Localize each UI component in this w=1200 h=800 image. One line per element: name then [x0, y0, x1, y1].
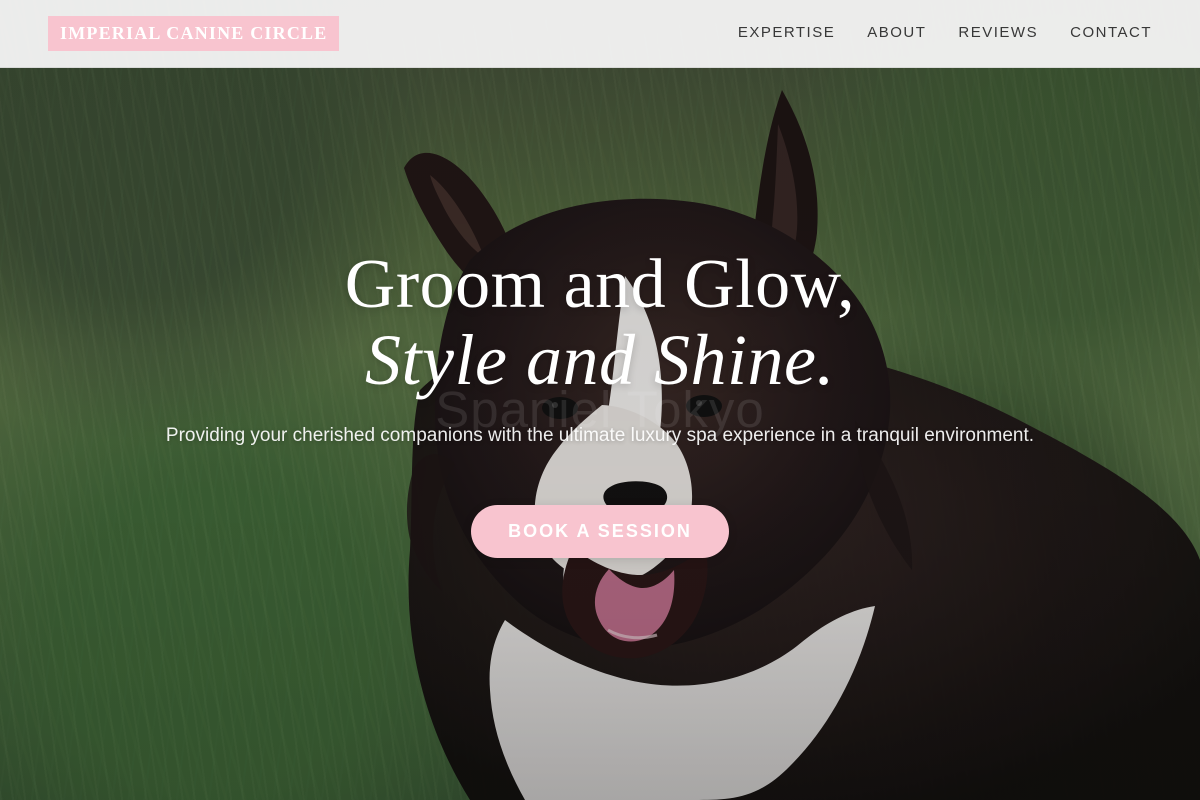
nav-link-contact[interactable]: CONTACT — [1070, 24, 1152, 41]
hero-title-line-2: Style and Shine. — [365, 320, 835, 401]
hero-title: Groom and Glow, Style and Shine. — [190, 246, 1010, 401]
brand-logo[interactable]: IMPERIAL CANINE CIRCLE — [48, 16, 340, 51]
landing-page: IMPERIAL CANINE CIRCLE EXPERTISE ABOUT R… — [0, 0, 1200, 800]
main-navigation: EXPERTISE ABOUT REVIEWS CONTACT — [738, 24, 1152, 41]
site-header: IMPERIAL CANINE CIRCLE EXPERTISE ABOUT R… — [0, 0, 1200, 68]
hero-section: Spaniel Tokyo Groom and Glow, Style and … — [0, 0, 1200, 800]
nav-link-about[interactable]: ABOUT — [867, 24, 926, 41]
book-session-button[interactable]: BOOK A SESSION — [471, 505, 729, 558]
nav-link-expertise[interactable]: EXPERTISE — [738, 24, 835, 41]
hero-title-line-1: Groom and Glow, — [344, 246, 856, 323]
nav-link-reviews[interactable]: REVIEWS — [958, 24, 1038, 41]
hero-subtitle: Providing your cherished companions with… — [165, 425, 1035, 446]
